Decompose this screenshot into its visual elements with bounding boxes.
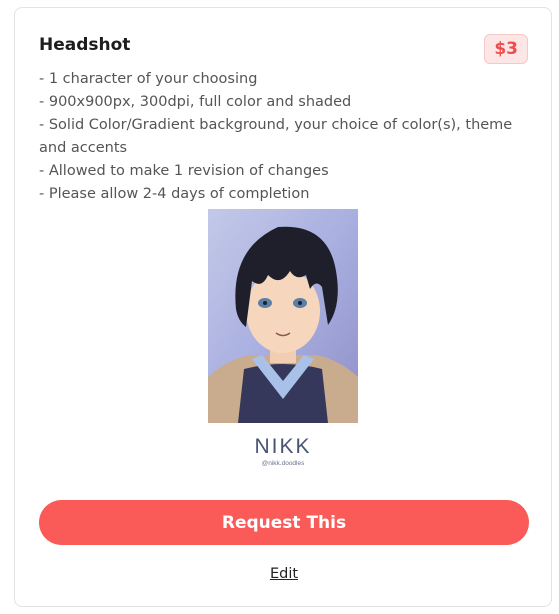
example-artwork-image: NIKK @nikk.doodles: [208, 209, 358, 467]
description-line: - Solid Color/Gradient background, your …: [39, 117, 513, 156]
request-button[interactable]: Request This: [39, 500, 529, 545]
product-card: Headshot $3 - 1 character of your choosi…: [14, 7, 552, 607]
description-line: - 900x900px, 300dpi, full color and shad…: [39, 94, 352, 110]
artist-signature: NIKK: [254, 435, 311, 458]
price-badge: $3: [484, 34, 528, 64]
product-title: Headshot: [39, 35, 131, 55]
edit-link-container: Edit: [15, 563, 553, 582]
edit-link[interactable]: Edit: [270, 566, 298, 582]
artist-handle: @nikk.doodles: [262, 460, 305, 467]
description-line: - 1 character of your choosing: [39, 71, 258, 87]
description-line: - Please allow 2-4 days of completion: [39, 186, 310, 202]
product-description: - 1 character of your choosing - 900x900…: [39, 68, 519, 206]
description-line: - Allowed to make 1 revision of changes: [39, 163, 329, 179]
